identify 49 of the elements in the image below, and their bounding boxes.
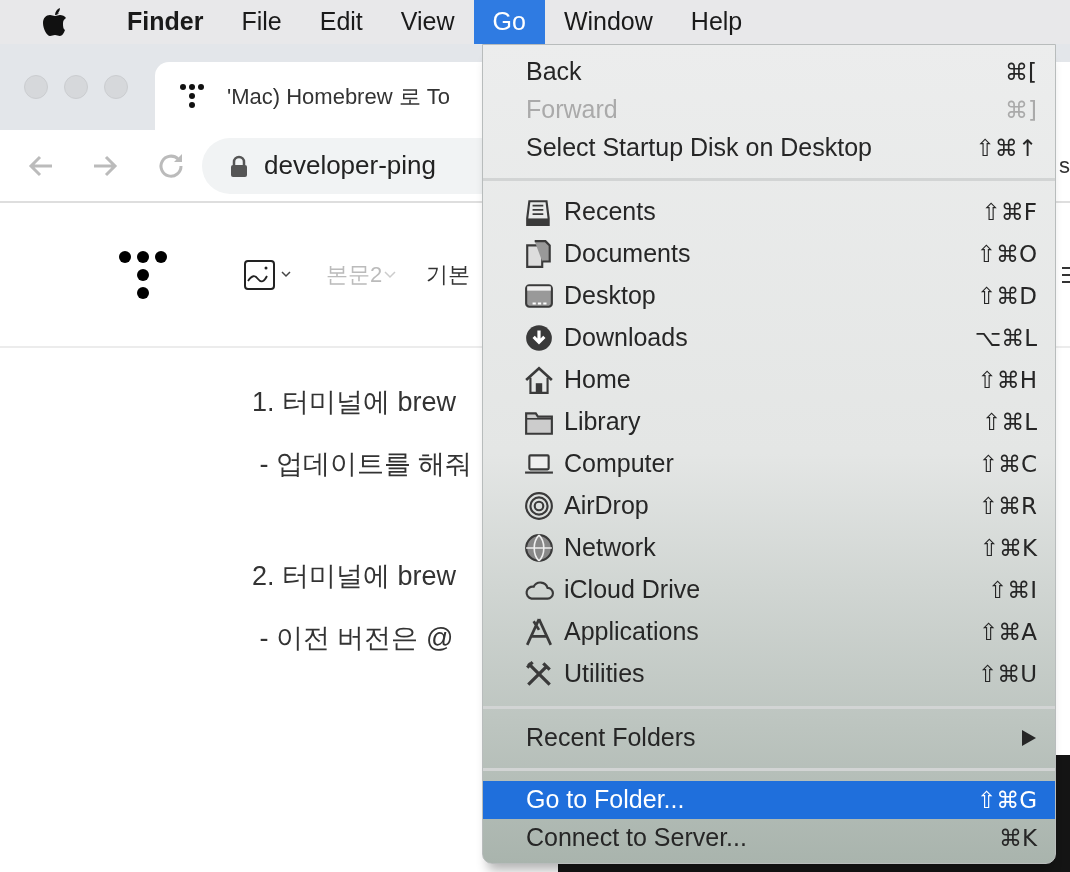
globe-icon [524, 533, 554, 563]
menu-bar-item[interactable]: File [222, 0, 301, 44]
documents-icon [524, 239, 554, 269]
menu-bar-item[interactable]: Go [473, 0, 545, 44]
menu-item[interactable]: Recents ⇧⌘F [483, 191, 1055, 233]
menu-item[interactable]: Library ⇧⌘L [483, 401, 1055, 443]
menu-item[interactable]: AirDrop ⇧⌘R [483, 485, 1055, 527]
blog-logo-icon [179, 83, 205, 109]
airdrop-icon [524, 491, 554, 521]
menu-item[interactable]: Network ⇧⌘K [483, 527, 1055, 569]
tools-icon [524, 659, 554, 689]
menu-item[interactable]: Home ⇧⌘H [483, 359, 1055, 401]
url-text: developer-ping [264, 149, 436, 182]
step-text: 2. 터미널에 brew [252, 560, 457, 593]
menu-item[interactable]: Connect to Server... ⌘K [483, 819, 1055, 857]
window-control-button[interactable] [24, 75, 48, 99]
menu-item[interactable]: Back ⌘[ [483, 53, 1055, 91]
menu-item[interactable]: Recent Folders [483, 719, 1055, 757]
image-dropdown-icon[interactable] [244, 258, 294, 291]
menu-bar-item[interactable]: View [381, 0, 474, 44]
desktop-icon [524, 281, 554, 311]
menu-item[interactable]: Downloads ⌥⌘L [483, 317, 1055, 359]
window-control-button[interactable] [64, 75, 88, 99]
apple-logo-icon[interactable] [42, 7, 68, 37]
url-text: s [1059, 152, 1070, 180]
note-text: - 업데이트를 해줘 [258, 448, 473, 481]
blog-logo-icon[interactable] [118, 249, 168, 300]
download-icon [524, 323, 554, 353]
font-dropdown[interactable]: 기본 [426, 258, 471, 291]
note-text: - 이전 버전은 @ [258, 622, 454, 655]
menu-item[interactable]: Documents ⇧⌘O [483, 233, 1055, 275]
menu-item[interactable]: Utilities ⇧⌘U [483, 653, 1055, 695]
menu-item[interactable]: Computer ⇧⌘C [483, 443, 1055, 485]
menu-bar-item[interactable]: Finder [108, 0, 223, 44]
submenu-arrow-icon [1021, 729, 1037, 747]
house-icon [524, 365, 554, 395]
menu-item[interactable]: iCloud Drive ⇧⌘I [483, 569, 1055, 611]
caret-icon [384, 270, 397, 279]
step-text: 1. 터미널에 brew [252, 386, 457, 419]
menu-bar-item[interactable]: Help [671, 0, 762, 44]
applications-icon [524, 617, 554, 647]
tab-title: 'Mac) Homebrew 로 To [227, 82, 451, 111]
menu-item[interactable]: Desktop ⇧⌘D [483, 275, 1055, 317]
menu-item[interactable]: Go to Folder... ⇧⌘G [483, 781, 1055, 819]
lock-icon [230, 154, 248, 177]
menu-item[interactable]: Applications ⇧⌘A [483, 611, 1055, 653]
window-control-button[interactable] [104, 75, 128, 99]
menu-bar-item[interactable]: Edit [300, 0, 382, 44]
menu-bar-item[interactable]: Window [544, 0, 672, 44]
